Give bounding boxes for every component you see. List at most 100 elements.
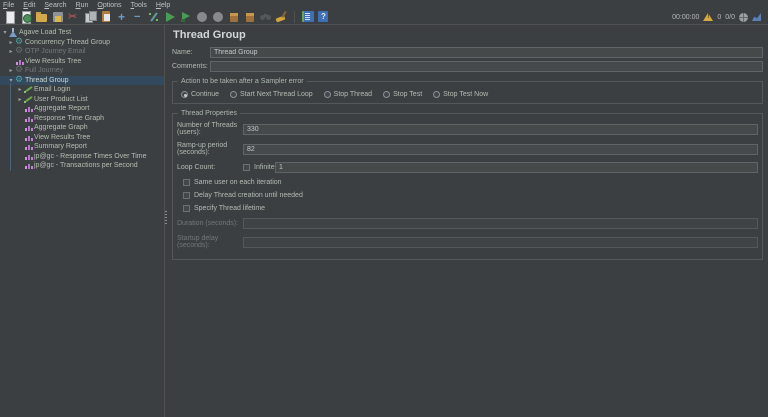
paste-icon[interactable] — [100, 11, 112, 23]
open-folder-icon[interactable] — [36, 11, 48, 23]
test-plan-flask-icon — [9, 28, 19, 38]
log-warning-icon[interactable] — [703, 13, 714, 21]
menu-search[interactable]: Search — [44, 2, 66, 9]
start-no-timers-icon[interactable] — [180, 11, 192, 23]
infinite-checkbox[interactable] — [243, 164, 250, 171]
chevron-right-icon[interactable] — [7, 66, 15, 75]
radio-stop-test-now[interactable]: Stop Test Now — [433, 91, 488, 98]
tree-item-aggregate-report[interactable]: Aggregate Report — [0, 104, 164, 114]
function-helper-icon[interactable] — [301, 11, 314, 23]
shutdown-icon[interactable] — [212, 11, 224, 23]
tree-item-summary-report[interactable]: Summary Report — [0, 142, 164, 152]
tree-item-agave-load-test[interactable]: Agave Load Test — [0, 28, 164, 38]
chevron-right-icon[interactable] — [16, 95, 24, 104]
sampler-error-group: Action to be taken after a Sampler error… — [172, 78, 763, 104]
tree-item-label: jp@gc - Response Times Over Time — [34, 152, 147, 160]
tree-item-aggregate-graph[interactable]: Aggregate Graph — [0, 123, 164, 133]
duration-input — [243, 218, 758, 229]
infinite-label: Infinite — [254, 164, 275, 171]
menu-bar: File Edit Search Run Options Tools Help — [0, 0, 768, 10]
specify-lifetime-checkbox[interactable] — [183, 205, 190, 212]
rampup-label: Ramp-up period (seconds): — [177, 142, 228, 156]
tree-item-user-product-list[interactable]: User Product List — [0, 95, 164, 105]
clear-icon[interactable] — [228, 11, 240, 23]
main-area: Agave Load Test Concurrency Thread Group… — [0, 25, 768, 417]
search-reset-icon[interactable] — [276, 11, 288, 23]
radio-continue[interactable]: Continue — [181, 91, 219, 98]
tree-item-concurrency-thread-group[interactable]: Concurrency Thread Group — [0, 38, 164, 48]
chevron-down-icon[interactable] — [7, 76, 15, 85]
collapse-all-icon[interactable] — [132, 11, 144, 23]
radio-stop-thread[interactable]: Stop Thread — [323, 91, 373, 98]
menu-tools[interactable]: Tools — [131, 2, 147, 9]
comments-input[interactable] — [210, 61, 763, 72]
tree-item-label: Agave Load Test — [19, 29, 72, 37]
radio-icon[interactable] — [433, 91, 441, 98]
same-user-option[interactable]: Same user on each iteration — [183, 179, 758, 186]
chart-icon — [24, 161, 34, 170]
rampup-input[interactable] — [243, 143, 758, 155]
radio-icon[interactable] — [230, 91, 238, 98]
thread-group-gear-icon — [15, 47, 25, 56]
radio-label: Stop Thread — [333, 91, 373, 98]
radio-stop-test[interactable]: Stop Test — [383, 91, 422, 98]
menu-help[interactable]: Help — [156, 2, 170, 9]
menu-edit[interactable]: Edit — [23, 2, 35, 9]
templates-icon[interactable] — [20, 11, 32, 24]
stop-icon[interactable] — [196, 11, 208, 23]
tree-item-view-results-tree-child[interactable]: View Results Tree — [0, 133, 164, 143]
cut-icon[interactable] — [68, 11, 80, 23]
menu-file[interactable]: File — [3, 2, 14, 9]
chevron-right-icon[interactable] — [16, 85, 24, 94]
toolbar: 00:00:00 0 0/0 — [0, 10, 768, 25]
sampler-icon — [24, 95, 34, 104]
save-icon[interactable] — [52, 11, 64, 23]
sampler-error-group-title: Action to be taken after a Sampler error — [178, 78, 307, 85]
radio-selected-icon[interactable] — [181, 91, 188, 98]
copy-icon[interactable] — [84, 11, 97, 23]
specify-lifetime-option[interactable]: Specify Thread lifetime — [183, 205, 758, 212]
expand-all-icon[interactable] — [116, 11, 128, 23]
tree-item-label: User Product List — [34, 95, 88, 103]
search-icon[interactable] — [260, 11, 272, 23]
tree-item-otp-journey-email[interactable]: OTP Journey Email — [0, 47, 164, 57]
delay-thread-creation-checkbox[interactable] — [183, 192, 190, 199]
chevron-right-icon[interactable] — [7, 47, 15, 56]
chart-icon — [24, 114, 34, 123]
radio-label: Stop Test Now — [443, 91, 489, 98]
panel-splitter[interactable] — [164, 25, 167, 417]
thread-group-gear-icon — [15, 66, 25, 75]
toggle-icon[interactable] — [148, 11, 160, 23]
tree-item-full-journey[interactable]: Full Journey — [0, 66, 164, 76]
clear-all-icon[interactable] — [244, 11, 256, 23]
tree-item-label: View Results Tree — [25, 57, 82, 65]
checkbox-label: Delay Thread creation until needed — [194, 192, 303, 199]
num-threads-input[interactable] — [243, 123, 758, 135]
tree-item-response-times-over-time[interactable]: jp@gc - Response Times Over Time — [0, 152, 164, 162]
tree-item-view-results-tree[interactable]: View Results Tree — [0, 57, 164, 67]
name-input[interactable] — [210, 47, 763, 58]
tree-item-response-time-graph[interactable]: Response Time Graph — [0, 114, 164, 124]
radio-label: Continue — [191, 91, 220, 98]
active-threads-count: 0/0 — [725, 13, 735, 21]
same-user-checkbox[interactable] — [183, 179, 190, 186]
chevron-down-icon[interactable] — [1, 28, 9, 37]
radio-start-next-thread-loop[interactable]: Start Next Thread Loop — [230, 91, 313, 98]
help-icon[interactable] — [317, 11, 329, 23]
delay-thread-creation-option[interactable]: Delay Thread creation until needed — [183, 192, 758, 199]
infinite-option[interactable]: Infinite — [243, 164, 275, 171]
new-file-icon[interactable] — [4, 11, 16, 24]
chevron-right-icon[interactable] — [7, 38, 15, 47]
tree-item-email-login[interactable]: Email Login — [0, 85, 164, 95]
menu-run[interactable]: Run — [76, 2, 89, 9]
chart-icon — [24, 104, 34, 113]
radio-icon[interactable] — [323, 91, 331, 98]
tree-item-transactions-per-second[interactable]: jp@gc - Transactions per Second — [0, 161, 164, 171]
tree-item-thread-group[interactable]: Thread Group — [0, 75, 164, 85]
test-plan-tree: Agave Load Test Concurrency Thread Group… — [0, 25, 164, 417]
menu-options[interactable]: Options — [97, 2, 121, 9]
start-icon[interactable] — [164, 11, 176, 23]
radio-icon[interactable] — [383, 91, 391, 98]
num-threads-label: Number of Threads (users): — [177, 122, 238, 136]
loop-count-input[interactable] — [275, 162, 758, 173]
